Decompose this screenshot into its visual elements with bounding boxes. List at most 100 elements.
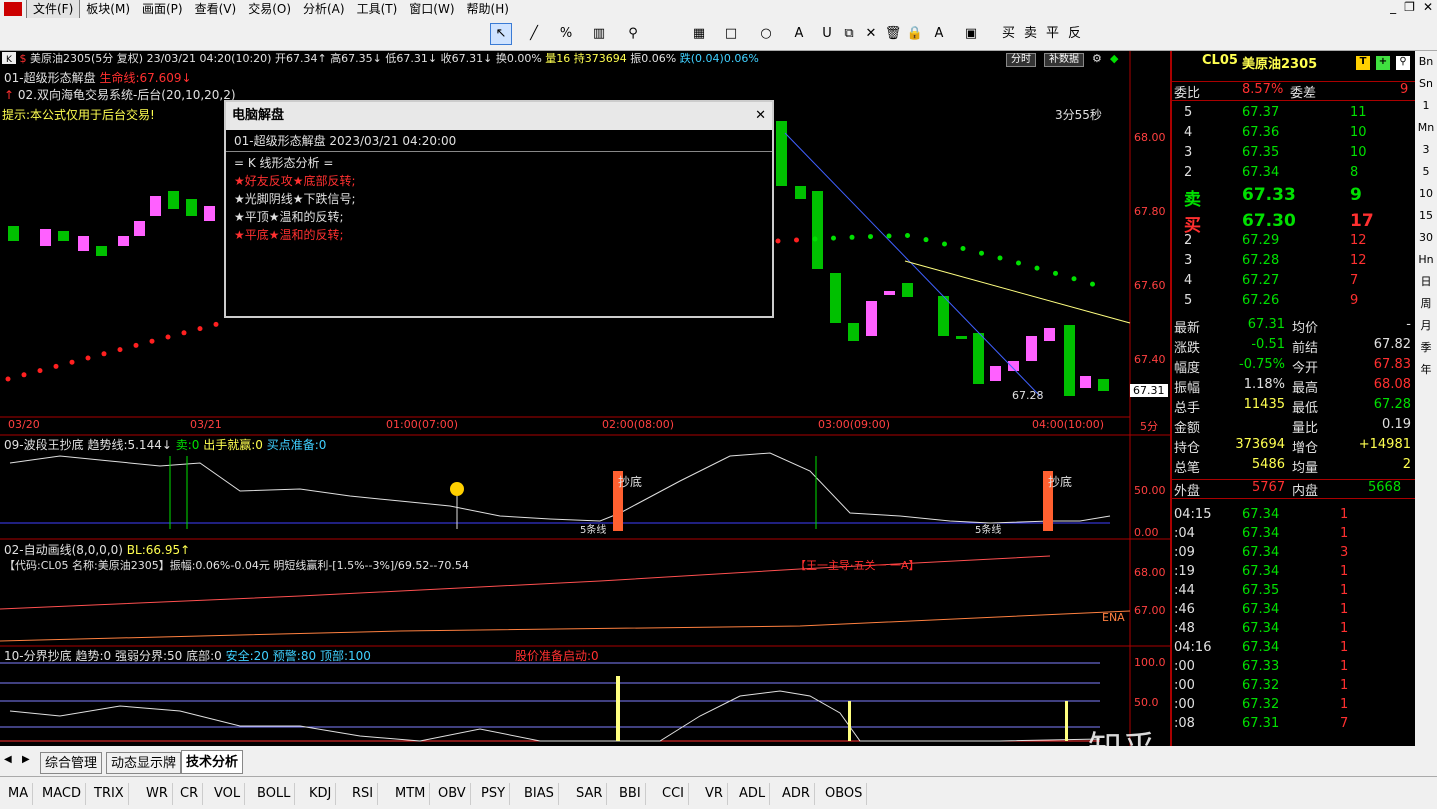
trash-icon[interactable]: 🗑 [884,24,902,44]
indicator-bbi[interactable]: BBI [615,783,646,805]
period-季[interactable]: 季 [1415,337,1437,359]
stat-value: 0.19 [1382,417,1411,432]
stat-row: 金额 量比 0.19 [1172,417,1415,437]
ask-row[interactable]: 2 67.34 8 [1172,165,1415,185]
indicator-adl[interactable]: ADL [735,783,771,805]
close-icon[interactable]: ✕ [755,102,766,130]
indicator-ma[interactable]: MA [4,783,34,805]
indicator-adr[interactable]: ADR [778,783,815,805]
fill-data-button[interactable]: 补数据 [1044,53,1084,67]
t-icon[interactable]: T [1356,56,1370,70]
menu-sector[interactable]: 板块(M) [80,0,136,18]
period-30[interactable]: 30 [1415,227,1437,249]
line-tool-icon[interactable]: ╱ [525,24,543,44]
tab-overview[interactable]: 综合管理 [40,752,103,774]
indicator-cci[interactable]: CCI [658,783,689,805]
scroll-right-icon[interactable]: ▶ [22,754,30,765]
indicator-trix[interactable]: TRIX [90,783,129,805]
indicator-obos[interactable]: OBOS [821,783,868,805]
indicator-obv[interactable]: OBV [434,783,471,805]
weibi-label: 委比 [1174,86,1201,101]
percent-tool-icon[interactable]: % [557,24,575,44]
ask-row[interactable]: 5 67.37 11 [1172,105,1415,125]
time-share-button[interactable]: 分时 [1006,53,1036,67]
lock-icon[interactable]: 🔒 [906,24,924,44]
text-tool-icon[interactable]: A [790,24,808,44]
buy-button[interactable]: 买 [1002,24,1015,44]
bid-row[interactable]: 3 67.28 12 [1172,253,1415,273]
bid-row[interactable]: 2 67.29 12 [1172,233,1415,253]
ask-row[interactable]: 4 67.36 10 [1172,125,1415,145]
period-周[interactable]: 周 [1415,293,1437,315]
period-Mn[interactable]: Mn [1415,117,1437,139]
pin-icon[interactable]: ⚲ [1396,56,1410,70]
bid-row[interactable]: 4 67.27 7 [1172,273,1415,293]
scroll-left-icon[interactable]: ◀ [4,754,12,765]
copy-icon[interactable]: ⧉ [840,24,858,44]
magnet-icon[interactable]: U [818,24,836,44]
candle [812,191,823,269]
close-position-button[interactable]: 平 [1046,24,1059,44]
buy1-row[interactable]: 买 67.30 17 [1172,211,1415,236]
period-日[interactable]: 日 [1415,271,1437,293]
indicator-boll[interactable]: BOLL [253,783,296,805]
indicator-wr[interactable]: WR [142,783,173,805]
period-Hn[interactable]: Hn [1415,249,1437,271]
period-3[interactable]: 3 [1415,139,1437,161]
save-icon[interactable]: ▣ [962,24,980,44]
indicator-psy[interactable]: PSY [477,783,511,805]
plus-icon[interactable]: + [1376,56,1390,70]
indicator-mtm[interactable]: MTM [391,783,431,805]
color-text-icon[interactable]: A [930,24,948,44]
menu-screen[interactable]: 画面(P) [136,0,189,18]
ask-row[interactable]: 3 67.35 10 [1172,145,1415,165]
indicator-vol[interactable]: VOL [210,783,246,805]
indicator-cr[interactable]: CR [176,783,204,805]
menu-help[interactable]: 帮助(H) [461,0,515,18]
k-button[interactable]: K [2,52,16,65]
line-label: 5条线 [975,525,1002,536]
indicator-vr[interactable]: VR [701,783,728,805]
sell-button[interactable]: 卖 [1024,24,1037,44]
period-1[interactable]: 1 [1415,95,1437,117]
period-10[interactable]: 10 [1415,183,1437,205]
restore-icon[interactable]: ❐ [1404,0,1415,14]
pen-tool-icon[interactable]: ⚲ [624,24,642,44]
indicator-sar[interactable]: SAR [572,783,608,805]
reverse-button[interactable]: 反 [1068,24,1081,44]
indicator-bias[interactable]: BIAS [520,783,559,805]
indicator-rsi[interactable]: RSI [348,783,379,805]
cursor-icon[interactable]: ↖ [492,24,510,44]
rect-tool-icon[interactable]: □ [722,24,740,44]
channel-tool-icon[interactable]: ▥ [590,24,608,44]
period-Sn[interactable]: Sn [1415,73,1437,95]
panel2-trend: 趋势线:5.144↓ [87,438,172,452]
sar-dot [979,250,984,256]
menu-view[interactable]: 查看(V) [189,0,243,18]
tab-technical[interactable]: 技术分析 [181,750,244,774]
menu-window[interactable]: 窗口(W) [403,0,460,18]
close-icon[interactable]: ✕ [1423,0,1433,14]
stat-value: 11435 [1243,397,1285,412]
menu-analysis[interactable]: 分析(A) [297,0,351,18]
indicator-macd[interactable]: MACD [38,783,86,805]
sell1-row[interactable]: 卖 67.33 9 [1172,185,1415,210]
menu-tools[interactable]: 工具(T) [351,0,404,18]
bid-row[interactable]: 5 67.26 9 [1172,293,1415,313]
settings-icon[interactable]: ⚙ [1092,51,1102,67]
circle-tool-icon[interactable]: ○ [757,24,775,44]
menu-file[interactable]: 文件(F) [26,0,81,19]
menu-trade[interactable]: 交易(O) [242,0,297,18]
period-Bn[interactable]: Bn [1415,51,1437,73]
period-15[interactable]: 15 [1415,205,1437,227]
grid-tool-icon[interactable]: ▦ [690,24,708,44]
minimize-icon[interactable]: _ [1390,0,1396,14]
period-月[interactable]: 月 [1415,315,1437,337]
period-5[interactable]: 5 [1415,161,1437,183]
app-icon[interactable] [4,2,22,16]
period-年[interactable]: 年 [1415,359,1437,381]
indicator-kdj[interactable]: KDJ [305,783,337,805]
erase-icon[interactable]: ✕ [862,24,880,44]
diamond-icon[interactable]: ◆ [1110,51,1118,67]
tab-dynamic[interactable]: 动态显示牌 [106,752,182,774]
